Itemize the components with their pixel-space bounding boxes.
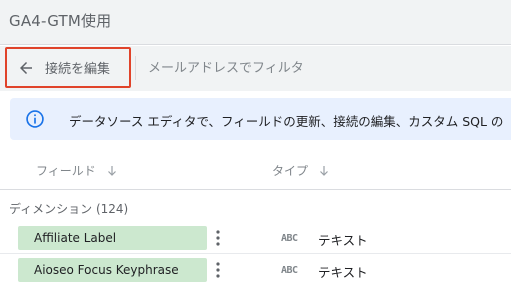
- back-arrow-icon: [20, 61, 32, 74]
- info-banner: データソース エディタで、フィールドの更新、接続の編集、カスタム SQL の: [10, 98, 511, 140]
- email-filter-input[interactable]: [140, 54, 500, 82]
- table-row: Affiliate Label ABC テキスト: [0, 224, 511, 253]
- toolbar-divider: [135, 56, 136, 80]
- data-source-editor: GA4-GTM使用 接続を編集 データソース エディタで、フィールドの更新、接続…: [0, 0, 511, 286]
- text-type-icon: ABC: [281, 233, 298, 244]
- page-title: GA4-GTM使用: [9, 12, 112, 30]
- field-chip[interactable]: Affiliate Label: [18, 226, 207, 250]
- edit-connection-label: 接続を編集: [45, 62, 111, 77]
- sort-down-icon[interactable]: [106, 165, 118, 177]
- info-banner-text: データソース エディタで、フィールドの更新、接続の編集、カスタム SQL の: [69, 114, 504, 129]
- field-type-label: テキスト: [318, 265, 368, 280]
- edit-connection-button[interactable]: 接続を編集: [5, 47, 131, 88]
- more-vert-icon[interactable]: [213, 228, 223, 248]
- more-vert-icon[interactable]: [213, 260, 223, 280]
- field-chip[interactable]: Aioseo Focus Keyphrase: [18, 258, 207, 282]
- column-header-field[interactable]: フィールド: [36, 162, 118, 179]
- row-divider: [0, 253, 511, 254]
- table-row: Aioseo Focus Keyphrase ABC テキスト: [0, 256, 511, 285]
- sort-down-icon[interactable]: [318, 165, 330, 177]
- title-bar: GA4-GTM使用: [0, 0, 511, 45]
- info-icon: [26, 110, 44, 128]
- text-type-icon: ABC: [281, 265, 298, 276]
- header-divider: [0, 189, 511, 190]
- column-header-type-label: タイプ: [272, 164, 309, 178]
- field-type-label: テキスト: [318, 233, 368, 248]
- column-header-type[interactable]: タイプ: [272, 162, 330, 179]
- dimensions-section-label: ディメンション (124): [9, 202, 129, 216]
- column-header-field-label: フィールド: [36, 164, 96, 178]
- toolbar: 接続を編集: [0, 46, 511, 91]
